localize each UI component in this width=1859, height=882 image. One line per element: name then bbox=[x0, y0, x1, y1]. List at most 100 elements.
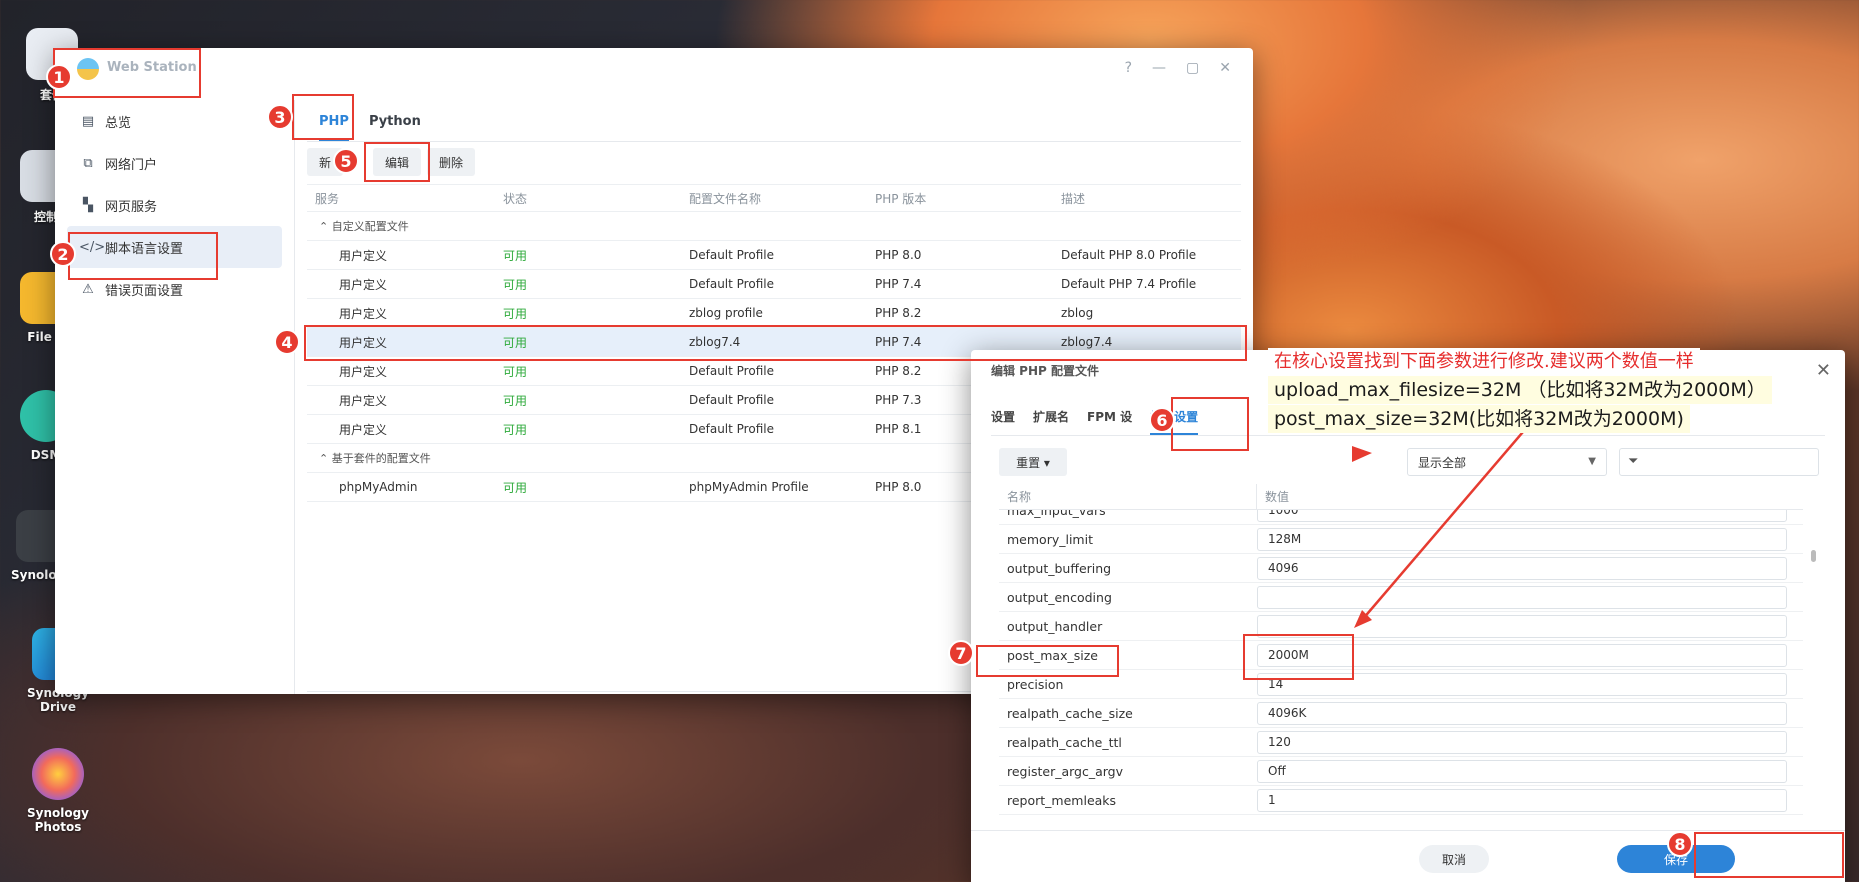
step-marker: 5 bbox=[333, 148, 359, 174]
instruction-line-1: 在核心设置找到下面参数进行修改.建议两个数值一样 bbox=[1268, 348, 1700, 376]
show-all-select[interactable]: 显示全部 ▼ bbox=[1407, 448, 1607, 476]
cell-service: 用户定义 bbox=[339, 393, 388, 408]
annotation-box-php-tab bbox=[292, 94, 354, 140]
table-row[interactable]: 用户定义 可用 Default Profile PHP 8.0 Default … bbox=[307, 241, 1241, 270]
table-header: 服务 状态 配置文件名称 PHP 版本 描述 bbox=[307, 184, 1241, 212]
sidebar-item-label: 错误页面设置 bbox=[105, 283, 184, 299]
column-header[interactable]: 名称 bbox=[999, 484, 1257, 509]
scrollbar[interactable] bbox=[1811, 550, 1816, 562]
cell-desc: Default PHP 7.4 Profile bbox=[1061, 277, 1197, 291]
tab-bar: PHP Python bbox=[307, 108, 1241, 142]
list-icon: ▤ bbox=[81, 113, 95, 129]
cell-status: 可用 bbox=[503, 364, 528, 379]
tab-python[interactable]: Python bbox=[369, 108, 421, 141]
cell-profile: zblog profile bbox=[689, 306, 763, 320]
alert-icon: ⚠ bbox=[82, 281, 94, 297]
cell-profile: phpMyAdmin Profile bbox=[689, 480, 809, 494]
collapse-icon: ⌃ bbox=[319, 220, 332, 233]
cell-service: 用户定义 bbox=[339, 364, 388, 379]
close-icon[interactable]: ✕ bbox=[1219, 60, 1231, 76]
param-value-input[interactable]: Off bbox=[1257, 759, 1787, 783]
grid-icon: ▚ bbox=[83, 197, 93, 213]
annotation-box-edit-button bbox=[364, 142, 430, 182]
cell-version: PHP 8.0 bbox=[875, 248, 922, 262]
column-header[interactable]: 配置文件名称 bbox=[679, 190, 865, 207]
sidebar-item-overview[interactable]: ▤ 总览 bbox=[55, 100, 282, 142]
cell-profile: Default Profile bbox=[689, 248, 774, 262]
core-params-table: max_input_vars 1000 memory_limit 128M ou… bbox=[999, 484, 1803, 842]
param-row: output_handler bbox=[999, 612, 1803, 641]
filter-icon: ⏷ bbox=[1628, 454, 1639, 469]
window-controls: ? — ▢ ✕ bbox=[1125, 60, 1231, 76]
params-table-header: 名称 数值 bbox=[999, 484, 1803, 510]
param-row: report_memleaks 1 bbox=[999, 786, 1803, 815]
group-label: 自定义配置文件 bbox=[331, 220, 409, 233]
param-value-input[interactable]: 4096 bbox=[1257, 556, 1787, 580]
tab-fpm[interactable]: FPM 设 bbox=[1087, 406, 1132, 435]
sidebar-item-label: 总览 bbox=[105, 115, 132, 131]
instruction-note: 在核心设置找到下面参数进行修改.建议两个数值一样 upload_max_file… bbox=[1268, 348, 1808, 434]
param-value-input[interactable]: 4096K bbox=[1257, 701, 1787, 725]
column-header[interactable]: 状态 bbox=[493, 190, 679, 207]
delete-button[interactable]: 删除 bbox=[427, 148, 476, 176]
cell-status: 可用 bbox=[503, 480, 528, 495]
param-name: realpath_cache_ttl bbox=[1007, 734, 1122, 750]
chevron-down-icon: ▼ bbox=[1588, 456, 1596, 467]
titlebar[interactable]: Web Station ? — ▢ ✕ bbox=[55, 48, 1253, 88]
step-marker: 7 bbox=[948, 640, 974, 666]
param-value-input[interactable]: 120 bbox=[1257, 730, 1787, 754]
step-marker: 2 bbox=[50, 241, 76, 267]
sidebar-item-label: 网络门户 bbox=[105, 157, 158, 173]
maximize-icon[interactable]: ▢ bbox=[1186, 60, 1199, 76]
param-value-input[interactable]: 1 bbox=[1257, 788, 1787, 812]
param-row: output_encoding bbox=[999, 583, 1803, 612]
select-value: 显示全部 bbox=[1418, 455, 1467, 470]
cell-profile: Default Profile bbox=[689, 393, 774, 407]
synology-photos-icon bbox=[32, 748, 84, 800]
param-name: memory_limit bbox=[1007, 531, 1093, 547]
sidebar-item-web-service[interactable]: ▚ 网页服务 bbox=[55, 184, 282, 226]
cell-version: PHP 7.4 bbox=[875, 277, 922, 291]
annotation-box-sidebar bbox=[68, 232, 218, 280]
param-value-input[interactable]: 128M bbox=[1257, 527, 1787, 551]
table-row[interactable]: 用户定义 可用 zblog profile PHP 8.2 zblog bbox=[307, 299, 1241, 328]
sidebar: ▤ 总览 ⧉ 网络门户 ▚ 网页服务 </> 脚本语言设置 ⚠ 错误页面设置 bbox=[55, 100, 295, 694]
column-header[interactable]: 描述 bbox=[1051, 190, 1237, 207]
param-name: output_buffering bbox=[1007, 560, 1112, 576]
cell-profile: Default Profile bbox=[689, 364, 774, 378]
annotation-box-param-name bbox=[976, 645, 1119, 677]
params-list: max_input_vars 1000 memory_limit 128M ou… bbox=[999, 496, 1803, 815]
desktop-icon-photos[interactable]: Synology Photos bbox=[10, 748, 106, 834]
tab-settings[interactable]: 设置 bbox=[991, 406, 1015, 435]
param-row: register_argc_argv Off bbox=[999, 757, 1803, 786]
cancel-button[interactable]: 取消 bbox=[1419, 845, 1489, 873]
param-row: realpath_cache_size 4096K bbox=[999, 699, 1803, 728]
step-marker: 6 bbox=[1149, 407, 1175, 433]
step-marker: 1 bbox=[46, 64, 72, 90]
cell-status: 可用 bbox=[503, 393, 528, 408]
sidebar-item-portal[interactable]: ⧉ 网络门户 bbox=[55, 142, 282, 184]
minimize-icon[interactable]: — bbox=[1152, 60, 1166, 76]
close-icon[interactable]: ✕ bbox=[1816, 360, 1831, 381]
table-row[interactable]: 用户定义 可用 Default Profile PHP 7.4 Default … bbox=[307, 270, 1241, 299]
reset-button[interactable]: 重置 ▾ bbox=[999, 448, 1067, 476]
param-row: memory_limit 128M bbox=[999, 525, 1803, 554]
instruction-line-2: upload_max_filesize=32M （比如将32M改为2000M） bbox=[1268, 376, 1772, 404]
param-name: output_encoding bbox=[1007, 589, 1112, 605]
filter-input[interactable]: ⏷ bbox=[1619, 448, 1819, 476]
cell-profile: Default Profile bbox=[689, 277, 774, 291]
tab-extensions[interactable]: 扩展名 bbox=[1033, 406, 1069, 435]
annotation-box-core-tab bbox=[1171, 397, 1249, 451]
cell-status: 可用 bbox=[503, 277, 528, 292]
cell-status: 可用 bbox=[503, 306, 528, 321]
param-value-input[interactable] bbox=[1257, 585, 1787, 609]
group-label: 基于套件的配置文件 bbox=[331, 452, 431, 465]
column-header[interactable]: PHP 版本 bbox=[865, 190, 1051, 207]
group-header-custom[interactable]: ⌃ 自定义配置文件 bbox=[307, 212, 1241, 241]
help-icon[interactable]: ? bbox=[1125, 60, 1132, 76]
cell-service: phpMyAdmin bbox=[339, 480, 418, 494]
param-row: output_buffering 4096 bbox=[999, 554, 1803, 583]
column-header[interactable]: 数值 bbox=[1257, 488, 1289, 505]
collapse-icon: ⌃ bbox=[319, 452, 332, 465]
column-header[interactable]: 服务 bbox=[307, 190, 493, 207]
